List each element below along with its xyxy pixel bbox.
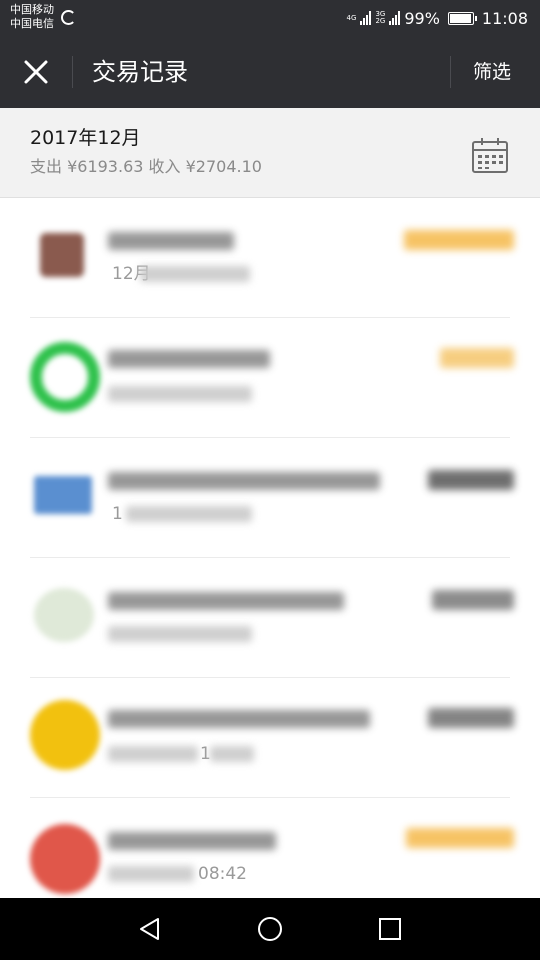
network-type-2: 3G 2G [375,11,385,25]
network-type-1: 4G [346,13,357,22]
transaction-amount [440,348,514,368]
recents-square-icon [379,918,401,940]
transaction-item[interactable]: 1 [0,438,540,558]
back-button[interactable] [130,909,170,949]
signal-icon-2 [389,11,401,25]
clock: 11:08 [481,8,528,28]
title-divider [72,56,73,88]
page-title: 交易记录 [92,58,188,86]
network-1-label: 4G [346,13,357,22]
navigation-bar [0,898,540,960]
transaction-avatar [40,233,84,277]
home-circle-icon [258,917,282,941]
month-summary: 支出 ¥6193.63 收入 ¥2704.10 [30,157,262,176]
recents-button[interactable] [370,909,410,949]
transaction-avatar [30,342,100,412]
transaction-title [108,472,380,490]
battery-icon [447,11,477,25]
calendar-icon [472,138,508,173]
transaction-time-blur [126,506,252,522]
status-bar: 中国移动 中国电信 4G 3G 2G 99% 11:08 [0,0,540,36]
filter-divider [450,56,451,88]
transaction-avatar [34,588,94,642]
network-2-bottom: 2G [375,17,386,25]
back-triangle-icon [140,918,159,940]
calendar-button[interactable] [470,136,510,176]
transaction-time-blur [140,266,250,282]
transaction-time-blur [108,866,194,882]
transaction-avatar [30,700,100,770]
month-header: 2017年12月 支出 ¥6193.63 收入 ¥2704.10 [0,108,540,198]
transaction-time: 1 [112,504,123,524]
signal-icon [360,11,372,25]
transaction-amount [432,590,514,610]
transaction-title [108,710,370,728]
transaction-time-blur [108,386,252,402]
transaction-item[interactable] [0,558,540,678]
status-indicators: 4G 3G 2G 99% 11:08 [347,8,528,28]
month-label[interactable]: 2017年12月 [30,126,141,150]
transaction-time-blur [108,626,252,642]
title-bar: 交易记录 筛选 [0,36,540,108]
transaction-amount [404,230,514,250]
transaction-item[interactable]: 08:42 [0,798,540,898]
loading-icon [61,10,76,25]
transaction-time-blur [108,746,198,762]
battery-level [449,13,471,23]
close-icon [24,60,48,84]
filter-button[interactable]: 筛选 [454,56,530,88]
transaction-amount [428,708,514,728]
transaction-avatar [30,824,100,894]
transaction-item[interactable] [0,318,540,438]
home-button[interactable] [250,909,290,949]
transaction-title [108,232,234,250]
transaction-time-blur [210,746,254,762]
carrier-2: 中国电信 [10,17,54,30]
close-button[interactable] [14,50,58,94]
transaction-time: 08:42 [198,864,247,884]
transaction-title [108,592,344,610]
transaction-avatar [34,476,92,514]
transaction-item[interactable]: 1 [0,678,540,798]
transaction-amount [428,470,514,490]
transaction-title [108,350,270,368]
transaction-item[interactable]: 12月 [0,198,540,318]
carrier-1: 中国移动 [10,3,54,16]
battery-percent: 99% [404,8,440,28]
transaction-list[interactable]: 12月 1 1 08:42 [0,198,540,898]
transaction-amount [406,828,514,848]
carrier-info: 中国移动 中国电信 [10,3,54,31]
transaction-title [108,832,276,850]
